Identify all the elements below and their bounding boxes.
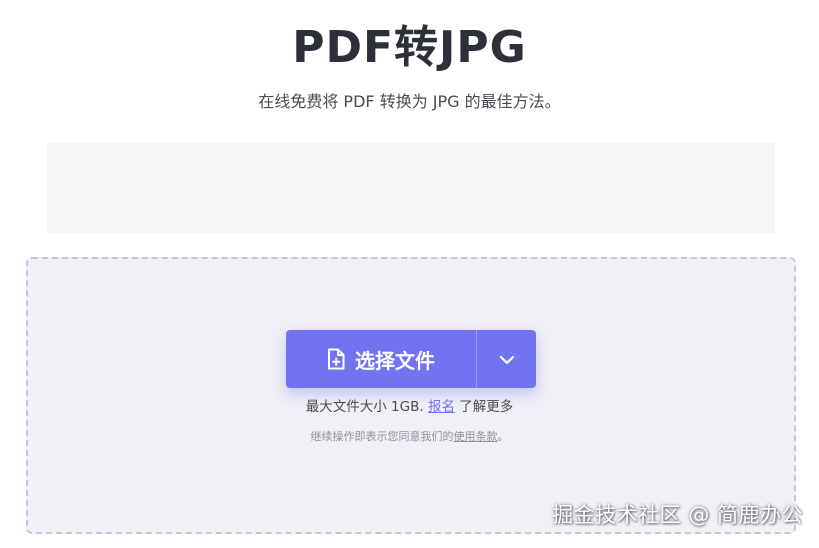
learn-more-text: 了解更多 — [459, 399, 514, 415]
file-drop-zone[interactable] — [26, 257, 796, 534]
upload-options-dropdown[interactable] — [476, 330, 536, 388]
file-add-icon — [327, 348, 345, 370]
page-title: PDF转JPG — [292, 22, 527, 73]
choose-file-button[interactable]: 选择文件 — [286, 330, 476, 388]
terms-suffix-text: 。 — [497, 430, 509, 443]
signup-link[interactable]: 报名 — [428, 399, 455, 415]
chevron-down-icon — [499, 350, 515, 369]
terms-prefix-text: 继续操作即表示您同意我们的 — [310, 430, 454, 443]
terms-of-use-link[interactable]: 使用条款 — [454, 430, 498, 443]
max-size-info: 最大文件大小 1GB. 报名 了解更多 — [0, 397, 819, 417]
watermark: 掘金技术社区 @ 简鹿办公 — [552, 503, 803, 527]
choose-file-label: 选择文件 — [355, 348, 435, 373]
page-subtitle: 在线免费将 PDF 转换为 JPG 的最佳方法。 — [258, 92, 561, 111]
upload-button-group: 选择文件 — [286, 330, 536, 388]
terms-notice: 继续操作即表示您同意我们的使用条款。 — [0, 429, 819, 445]
max-size-text: 最大文件大小 1GB. — [305, 399, 424, 415]
ad-placeholder — [47, 143, 775, 233]
